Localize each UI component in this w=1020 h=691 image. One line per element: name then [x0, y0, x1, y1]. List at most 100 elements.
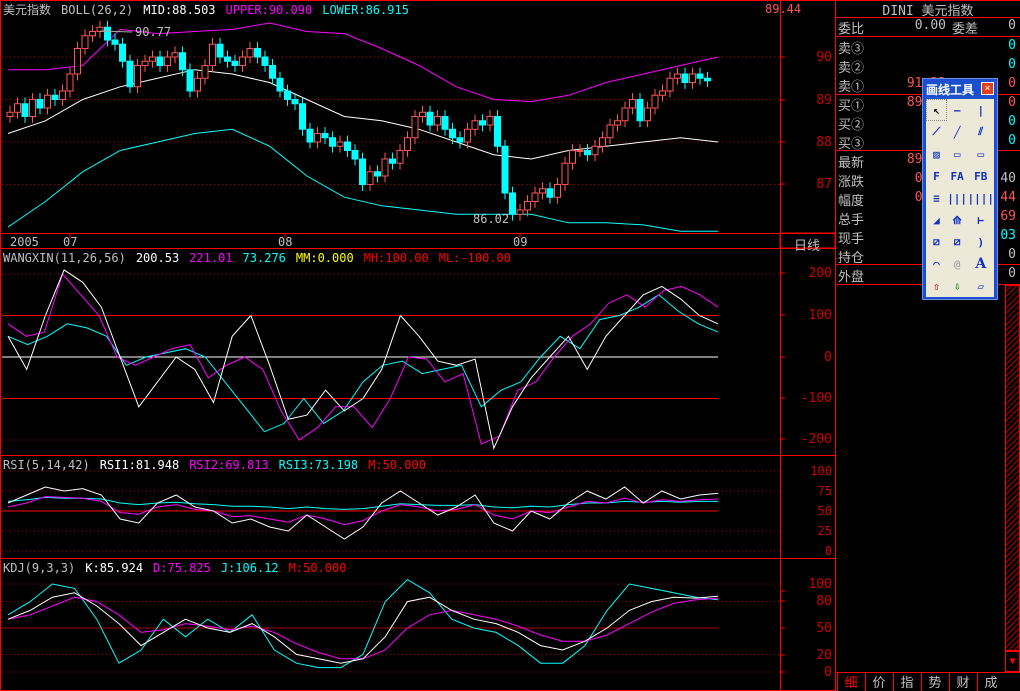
tab-0[interactable]: 细 [837, 672, 864, 691]
box-tool-icon[interactable]: ▭ [968, 143, 995, 165]
kdj-tick: 80 [816, 594, 832, 609]
tab-3[interactable]: 势 [921, 672, 948, 691]
candle [651, 94, 659, 109]
arc-tool-icon[interactable]: ) [968, 231, 995, 253]
kdj-d: D:75.825 [153, 561, 211, 575]
quote-extra: 0 [1008, 266, 1016, 281]
quote-label: 最新 [838, 156, 865, 171]
rsi-header: RSI(5,14,42) RSI1:81.948 RSI2:69.813 RSI3:7… [3, 458, 436, 472]
wangxin-white-line [7, 269, 719, 450]
arrow-tool-icon[interactable]: ↖ [926, 99, 947, 121]
candle [629, 99, 636, 109]
arc2-tool-icon[interactable]: ◠ [926, 253, 947, 275]
wangxin-magenta-line [7, 272, 719, 445]
symbol-name: 美元指数 [3, 3, 52, 17]
rect-tool-icon[interactable]: ▭ [947, 143, 968, 165]
angle-tool-icon[interactable]: ⊢ [968, 209, 995, 231]
wangxin-v1: 200.53 [135, 251, 180, 265]
toolbar-close-button[interactable]: × [981, 82, 994, 95]
quote-label: 涨跌 [838, 175, 865, 190]
boll-lower: LOWER:86.915 [322, 3, 409, 17]
candle [51, 94, 59, 100]
kdj-m: M:50.000 [288, 561, 347, 575]
quote-row: 卖③ 0 [836, 38, 1020, 57]
candle [276, 77, 284, 92]
hline-tool-icon[interactable]: — [947, 99, 968, 121]
candle [599, 137, 606, 147]
drawing-toolbar[interactable]: 画线工具 × ↖ — | ⟋ ╱ ⫽ ▨ ▭ ▭ F FA FB ≡ ||| |||| ◢ ⟰ ⊢ ⧄ ⧄) ◠ @ A ⇧ ⇩… [922, 78, 998, 300]
rsi-title: RSI(5,14,42) [3, 458, 90, 472]
fb-tool-icon[interactable]: FB [968, 165, 995, 187]
rsi2: RSI2:69.813 [189, 458, 269, 472]
fib-tool-icon[interactable]: F [926, 165, 947, 187]
candle [29, 99, 36, 117]
candle [126, 60, 134, 88]
candle [674, 73, 681, 79]
up-arrow-tool-icon[interactable]: ⇧ [926, 275, 947, 297]
candle [636, 99, 644, 122]
wangxin-tick: -200 [800, 432, 832, 447]
candle [689, 73, 696, 83]
candle [434, 116, 441, 126]
candle [606, 124, 614, 139]
candle [704, 77, 711, 82]
channel-tool-icon[interactable]: ▨ [926, 143, 947, 165]
kdj-title: KDJ(9,3,3) [3, 561, 76, 575]
tab-4[interactable]: 财 [949, 672, 976, 691]
line-tool-icon[interactable]: ╱ [947, 121, 968, 143]
candle [576, 150, 584, 152]
quote-extra: 44 [1000, 190, 1016, 205]
tab-1[interactable]: 价 [865, 672, 892, 691]
period2-tool-icon[interactable]: |||| [968, 187, 995, 209]
fan-tool-icon[interactable]: ⟰ [947, 209, 968, 231]
segment-tool-icon[interactable]: ⟋ [926, 121, 947, 143]
vline-tool-icon[interactable]: | [968, 99, 995, 121]
high-label: 90.77 [135, 25, 172, 39]
regress2-tool-icon[interactable]: ⧄ [947, 231, 968, 253]
tab-5[interactable]: 成 [977, 672, 1004, 691]
quote-extra: 0 [1008, 133, 1016, 148]
spiral-tool-icon[interactable]: @ [947, 253, 968, 275]
period-button[interactable]: 日线 [794, 235, 820, 254]
candle [501, 145, 509, 194]
candle [21, 103, 29, 117]
eraser-tool-icon[interactable]: ▱ [968, 275, 995, 297]
candle [119, 43, 126, 62]
time-label: 08 [278, 235, 293, 249]
candle [621, 107, 629, 122]
boll-upper: UPPER:90.090 [225, 3, 313, 17]
down-arrow-tool-icon[interactable]: ⇩ [947, 275, 968, 297]
candle [111, 39, 119, 45]
candle [329, 137, 336, 147]
kdj-tick: 20 [816, 648, 832, 663]
wangxin-v2: 221.01 [189, 251, 233, 265]
gann-tool-icon[interactable]: ◢ [926, 209, 947, 231]
quote-extra: 03 [1000, 228, 1016, 243]
candle [614, 120, 621, 126]
fa-tool-icon[interactable]: FA [947, 165, 968, 187]
period-tool-icon[interactable]: ||| [947, 187, 968, 209]
regress-tool-icon[interactable]: ⧄ [926, 231, 947, 253]
candle [494, 116, 501, 147]
rsi1: RSI1:81.948 [99, 458, 180, 472]
candle [561, 162, 569, 185]
candle [81, 35, 89, 49]
tab-2[interactable]: 指 [893, 672, 920, 691]
quote-label: 幅度 [838, 194, 865, 209]
candle [179, 52, 186, 71]
quote-row: 委比 0.00 委差 0 [836, 18, 1020, 37]
quote-title: DINI 美元指数 [882, 4, 974, 19]
kdj-j: J:106.12 [220, 561, 279, 575]
percent-tool-icon[interactable]: ≡ [926, 187, 947, 209]
rsi-tick: 25 [817, 524, 832, 538]
candle [134, 65, 141, 88]
scroll-down-button[interactable]: ▼ [1005, 651, 1020, 672]
candle [194, 77, 201, 92]
parallel-tool-icon[interactable]: ⫽ [968, 121, 995, 143]
text-tool-icon[interactable]: A [968, 253, 995, 275]
quote-label: 现手 [838, 232, 865, 247]
candle [509, 192, 516, 215]
price-tick: 88 [816, 135, 832, 150]
candle [291, 99, 299, 105]
scrollbar-track[interactable] [1005, 285, 1020, 651]
